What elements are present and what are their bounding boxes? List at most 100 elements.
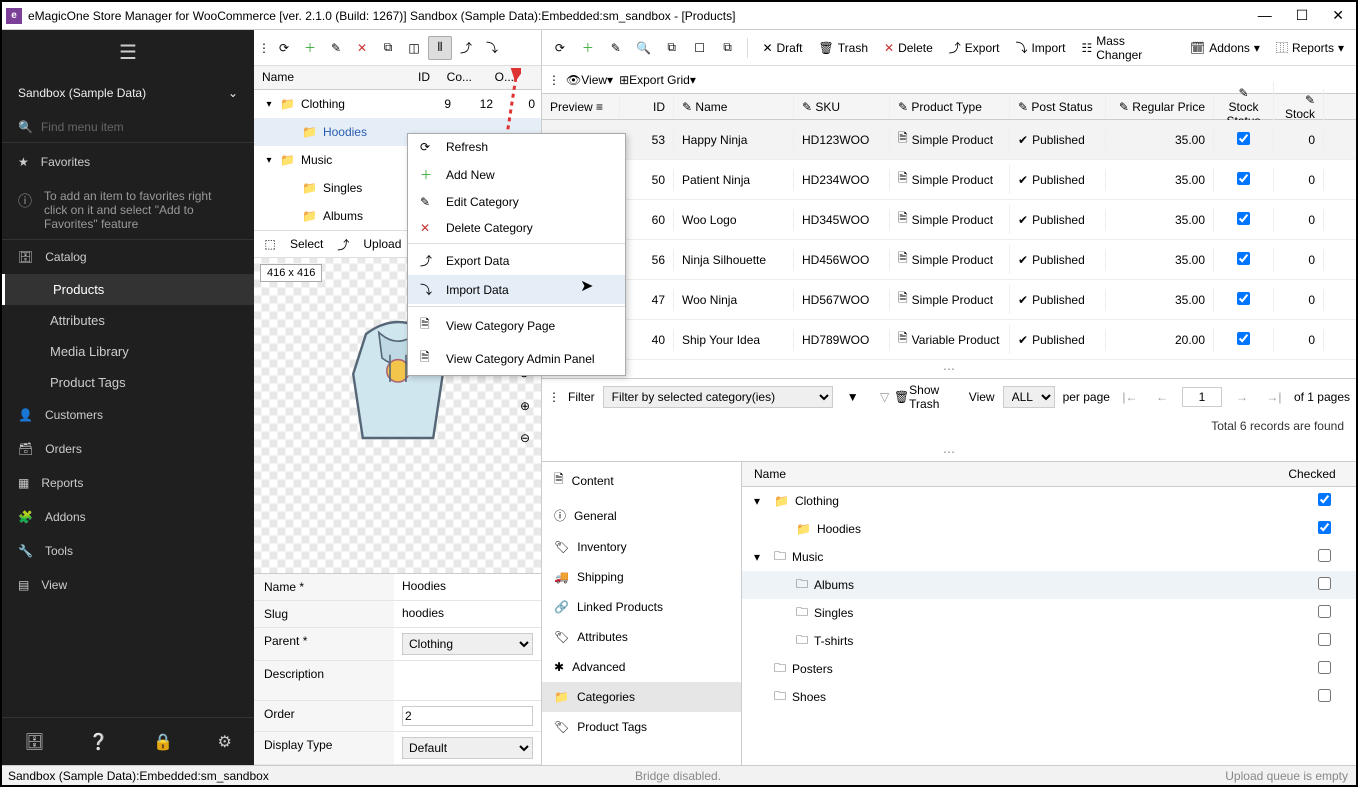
expand-icon[interactable]: ▾ bbox=[754, 494, 768, 508]
lock-icon[interactable]: 🔒 bbox=[153, 732, 173, 752]
ctx-view-category-page[interactable]: 🗎View Category Page bbox=[408, 309, 625, 342]
maximize-button[interactable]: ☐ bbox=[1296, 7, 1309, 24]
filter-icon[interactable]: ▼ bbox=[841, 385, 865, 409]
import-button[interactable]: ⤵Import bbox=[1009, 36, 1071, 59]
export-cat-button[interactable]: ⤴ bbox=[454, 36, 478, 60]
add-product-icon[interactable]: ＋ bbox=[576, 36, 600, 60]
ctx-edit-category[interactable]: ✎Edit Category bbox=[408, 189, 625, 215]
minimize-button[interactable]: — bbox=[1258, 7, 1272, 24]
category-checkbox[interactable] bbox=[1318, 661, 1331, 674]
table-row[interactable]: 40 Ship Your Idea HD789WOO 🗎 Variable Pr… bbox=[542, 320, 1356, 360]
category-checkbox[interactable] bbox=[1318, 549, 1331, 562]
category-row[interactable]: 🗀Singles bbox=[742, 599, 1356, 627]
edit-button[interactable]: ✎ bbox=[324, 36, 348, 60]
refresh-button[interactable]: ⟳ bbox=[272, 36, 296, 60]
delete-prod-button[interactable]: ✕Delete bbox=[878, 38, 939, 58]
sidebar-sub-products[interactable]: Products bbox=[2, 274, 254, 305]
sidebar-item-orders[interactable]: 🗃Orders bbox=[2, 432, 254, 466]
ctx-view-category-admin-panel[interactable]: 🗎View Category Admin Panel bbox=[408, 342, 625, 375]
view-dropdown[interactable]: 👁View▾ bbox=[566, 73, 613, 87]
tab-advanced[interactable]: ✱Advanced bbox=[542, 652, 741, 682]
clear-filter-icon[interactable]: ▽ bbox=[873, 385, 897, 409]
stock-checkbox[interactable] bbox=[1237, 292, 1250, 305]
slug-value[interactable]: hoodies bbox=[394, 601, 541, 627]
col-post-status[interactable]: ✎ Post Status bbox=[1010, 96, 1106, 118]
ellipsis-icon[interactable]: ⋯ bbox=[542, 360, 1356, 378]
col-sku[interactable]: ✎ SKU bbox=[794, 96, 890, 118]
multi-icon[interactable]: ⧉ bbox=[716, 36, 740, 60]
ctx-refresh[interactable]: ⟳Refresh bbox=[408, 134, 625, 160]
desc-value[interactable] bbox=[394, 661, 541, 700]
settings-icon[interactable]: ⚙ bbox=[217, 732, 231, 752]
columns-button[interactable]: ⫴ bbox=[428, 36, 452, 60]
col-id[interactable]: ID bbox=[394, 66, 436, 89]
reports-button[interactable]: ⿲Reports▾ bbox=[1270, 36, 1350, 59]
sidebar-item-view[interactable]: ▤View bbox=[2, 568, 254, 602]
col-id[interactable]: ID bbox=[620, 96, 674, 118]
expand-icon[interactable]: ▾ bbox=[262, 99, 276, 110]
addons-button[interactable]: 🗓Addons▾ bbox=[1184, 38, 1266, 58]
stock-checkbox[interactable] bbox=[1237, 132, 1250, 145]
sidebar-item-catalog[interactable]: 🗄Catalog bbox=[2, 240, 254, 274]
expand-icon[interactable]: ▾ bbox=[262, 155, 276, 166]
col-o[interactable]: O... bbox=[478, 66, 520, 89]
trash-button[interactable]: 🗑Trash bbox=[813, 38, 874, 58]
col-preview[interactable]: Preview ≡ bbox=[542, 96, 620, 118]
stock-checkbox[interactable] bbox=[1237, 172, 1250, 185]
col-product-type[interactable]: ✎ Product Type bbox=[890, 96, 1010, 118]
edit-product-icon[interactable]: ✎ bbox=[604, 36, 628, 60]
cattree-col-name[interactable]: Name bbox=[754, 467, 1280, 481]
zoom-in-icon[interactable]: ⊕ bbox=[513, 394, 537, 418]
sidebar-sub-attributes[interactable]: Attributes bbox=[2, 305, 254, 336]
copy-button[interactable]: ⧉ bbox=[376, 36, 400, 60]
menu-search[interactable]: 🔍 Find menu item bbox=[2, 112, 254, 143]
sidebar-item-customers[interactable]: 👤Customers bbox=[2, 398, 254, 432]
first-page-icon[interactable]: |← bbox=[1118, 385, 1142, 409]
drag-handle-icon[interactable]: ⋮ bbox=[548, 390, 560, 404]
search-product-icon[interactable]: 🔍 bbox=[632, 36, 656, 60]
col-co[interactable]: Co... bbox=[436, 66, 478, 89]
zoom-out-icon[interactable]: ⊖ bbox=[513, 426, 537, 450]
select-label[interactable]: Select bbox=[290, 237, 323, 251]
delete-button[interactable]: ✕ bbox=[350, 36, 374, 60]
table-row[interactable]: 56 Ninja Silhouette HD456WOO 🗎 Simple Pr… bbox=[542, 240, 1356, 280]
tab-categories[interactable]: 📁Categories bbox=[542, 682, 741, 712]
category-checkbox[interactable] bbox=[1318, 493, 1331, 506]
mass-changer-button[interactable]: ☷Mass Changer bbox=[1075, 31, 1180, 65]
drag-handle-icon[interactable]: ⋮ bbox=[548, 73, 560, 87]
category-checkbox[interactable] bbox=[1318, 577, 1331, 590]
table-row[interactable]: 50 Patient Ninja HD234WOO 🗎 Simple Produ… bbox=[542, 160, 1356, 200]
tab-general[interactable]: ⓘGeneral bbox=[542, 499, 741, 532]
category-row[interactable]: 🗀Posters bbox=[742, 655, 1356, 683]
sidebar-item-tools[interactable]: 🔧Tools bbox=[2, 534, 254, 568]
sidebar-item-favorites[interactable]: ★Favorites bbox=[2, 143, 254, 181]
stock-checkbox[interactable] bbox=[1237, 252, 1250, 265]
select-img-icon[interactable]: ⬚ bbox=[258, 232, 282, 256]
category-row[interactable]: ▾📁Clothing bbox=[742, 487, 1356, 515]
clone-icon[interactable]: ⧉ bbox=[660, 36, 684, 60]
upload-img-icon[interactable]: ⤴ bbox=[331, 232, 355, 256]
order-input[interactable] bbox=[402, 706, 533, 726]
category-row[interactable]: 📁Hoodies bbox=[742, 515, 1356, 543]
next-page-icon[interactable]: → bbox=[1230, 385, 1254, 409]
category-checkbox[interactable] bbox=[1318, 633, 1331, 646]
export-grid-dropdown[interactable]: ⊞Export Grid▾ bbox=[619, 73, 696, 87]
category-row[interactable]: ▾🗀Music bbox=[742, 543, 1356, 571]
sidebar-item-reports[interactable]: ▦Reports bbox=[2, 466, 254, 500]
filter-select[interactable]: Filter by selected category(ies) bbox=[603, 386, 833, 408]
category-row[interactable]: 🗀Shoes bbox=[742, 683, 1356, 711]
ctx-import-data[interactable]: ⤵Import Data bbox=[408, 275, 625, 304]
category-checkbox[interactable] bbox=[1318, 689, 1331, 702]
prev-page-icon[interactable]: ← bbox=[1150, 385, 1174, 409]
add-button[interactable]: ＋ bbox=[298, 36, 322, 60]
drag-handle-icon[interactable]: ⋮ bbox=[258, 41, 270, 55]
table-row[interactable]: 60 Woo Logo HD345WOO 🗎 Simple Product ✔ … bbox=[542, 200, 1356, 240]
export-button[interactable]: ⤴Export bbox=[943, 36, 1006, 59]
hamburger-icon[interactable]: ☰ bbox=[119, 40, 137, 65]
ellipsis-icon[interactable]: ⋯ bbox=[542, 443, 1356, 461]
copy2-icon[interactable]: ☐ bbox=[688, 36, 712, 60]
show-trash-button[interactable]: 🗑 Show Trash bbox=[905, 385, 929, 409]
tab-content[interactable]: 🗎Content bbox=[542, 462, 741, 499]
last-page-icon[interactable]: →| bbox=[1262, 385, 1286, 409]
stock-checkbox[interactable] bbox=[1237, 212, 1250, 225]
